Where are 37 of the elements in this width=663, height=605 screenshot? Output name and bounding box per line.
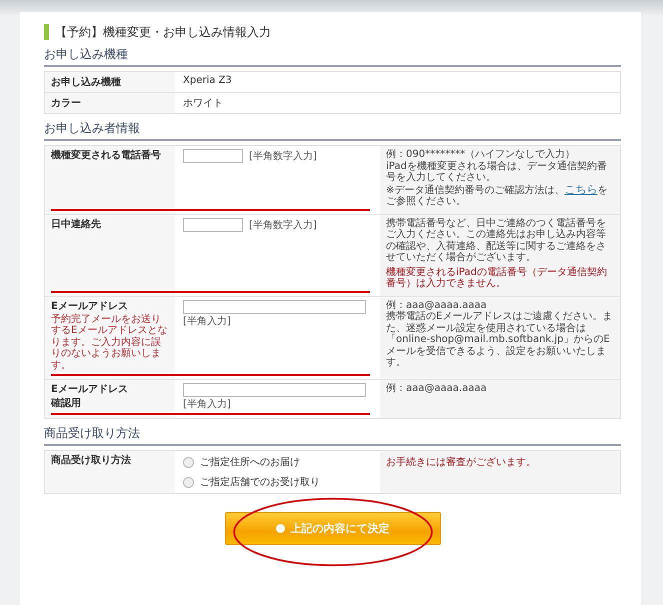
row-value: Xperia Z3 xyxy=(182,74,233,88)
input-field[interactable] xyxy=(183,300,366,314)
row-label: お申し込み機種 xyxy=(45,72,175,92)
field-label: Eメールアドレス xyxy=(51,300,129,312)
field-label: 商品受け取り方法 xyxy=(51,454,132,467)
reference-link[interactable]: こちら xyxy=(564,182,598,196)
radio-button[interactable] xyxy=(183,476,194,488)
note-text: 携帯電話番号など、日中ご連絡のつく電話番号をご入力ください。この連絡先はお申し込み内容等の確認や、入荷連絡、配送等に関するご連絡をさせていただく場合がございます。 xyxy=(386,218,607,264)
input-hint: [半角入力] xyxy=(183,399,231,410)
label-note: 予約完了メールをお送りするEメールアドレスとなります。ご入力内容に誤りのないようお願いします。 xyxy=(51,314,168,371)
warning-text: お手続きには審査がございます。 xyxy=(386,457,537,468)
option-label: ご指定店舗でのお受け取り xyxy=(200,476,320,489)
note-text: 例：aaa@aaaa.aaaa xyxy=(386,383,488,394)
row-value: ホワイト xyxy=(182,97,224,111)
note-text: 例：090********（ハイフンなしで入力） xyxy=(386,149,576,160)
note-text: 携帯電話のEメールアドレスはご遠慮ください。また、迷惑メール設定を使用されている場合は「online-shop@mail.mb.softbank.jp」からのEメールを受信できるよう、設定をお願いいたします。 xyxy=(386,311,614,368)
radio-button[interactable] xyxy=(183,456,194,468)
row-label: カラー xyxy=(45,93,175,113)
section-heading: 商品受け取り方法 xyxy=(44,425,621,446)
input-hint: [半角数字入力] xyxy=(249,150,317,163)
section-heading: お申し込み者情報 xyxy=(44,120,621,141)
input-hint: [半角入力] xyxy=(183,316,231,326)
note-text: 例：aaa@aaaa.aaaa xyxy=(386,300,488,310)
option-label: ご指定住所へのお届け xyxy=(200,456,300,469)
input-field[interactable] xyxy=(183,149,243,163)
note-text: iPadを機種変更される場合は、データ通信契約番号を入力してください。 xyxy=(386,160,608,184)
input-field[interactable] xyxy=(183,218,243,232)
page-title: 【予約】機種変更・お申し込み情報入力 xyxy=(44,24,621,40)
input-hint: [半角数字入力] xyxy=(249,218,317,232)
field-label: 確認用 xyxy=(51,397,82,410)
warning-text: 機種変更されるiPadの電話番号（データ通信契約番号）は入力できません。 xyxy=(386,266,608,290)
section-heading: お申し込み機種 xyxy=(44,46,621,67)
input-field[interactable] xyxy=(183,383,366,397)
field-label: 日中連絡先 xyxy=(51,218,102,230)
note-text: ※データ通信契約番号のご確認方法は、こちら をご参照ください。 xyxy=(386,184,608,208)
field-label: Eメールアドレス xyxy=(51,383,129,396)
field-label: 機種変更される電話番号 xyxy=(51,149,162,162)
